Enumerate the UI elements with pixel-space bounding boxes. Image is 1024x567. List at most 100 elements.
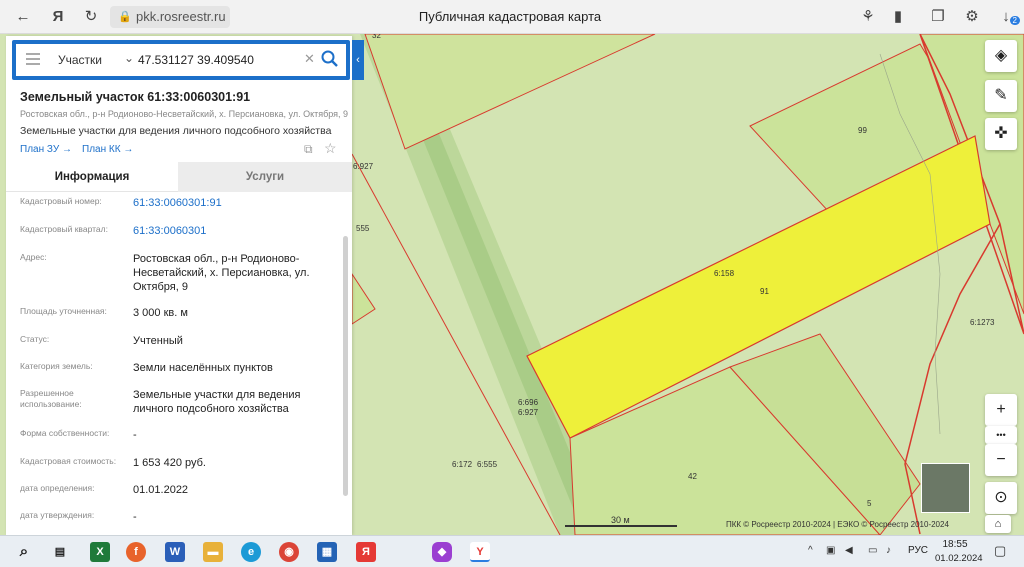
reload-icon[interactable]: ↻ (81, 7, 101, 27)
info-label: Кадастровая стоимость: (20, 456, 117, 466)
tab-services[interactable]: Услуги (178, 162, 352, 192)
info-value: - (133, 511, 137, 523)
info-label: Статус: (20, 334, 50, 344)
network-icon[interactable]: ▭ (868, 545, 877, 556)
info-value: Земли населённых пунктов (133, 362, 273, 374)
camera-icon[interactable]: ▣ (826, 545, 835, 556)
info-value: Учтенный (133, 335, 183, 347)
info-value: 1 653 420 руб. (133, 457, 206, 469)
plan-zu-link[interactable]: План ЗУ → (20, 144, 72, 155)
word-icon[interactable]: W (165, 542, 185, 562)
sound-icon[interactable]: ♪ (886, 545, 891, 556)
plan-kk-link[interactable]: План КК → (82, 144, 133, 155)
info-panel: Участки ⌄ ✕ Земельный участок 61:33:0060… (6, 36, 352, 535)
copy-icon[interactable]: ⧉ (304, 142, 313, 157)
search-input[interactable] (138, 50, 298, 70)
info-row: Адрес: Ростовская обл., р-н Родионово-Не… (6, 252, 342, 306)
info-label: Адрес: (20, 252, 47, 262)
parcel-address: Ростовская обл., р-н Родионово-Несветайс… (20, 109, 349, 119)
menu-icon[interactable] (26, 53, 40, 67)
locate-button[interactable]: ✜ (985, 118, 1017, 150)
map-label: 99 (858, 126, 867, 135)
extension-icon[interactable]: ⚙ (962, 7, 982, 27)
map-label: 91 (760, 287, 769, 296)
search-type-select[interactable]: Участки (58, 53, 102, 67)
house-marker-icon[interactable]: ⌂ (985, 515, 1011, 533)
map-label: 6:927 (353, 162, 374, 171)
language-indicator[interactable]: РУС (908, 545, 928, 556)
tabs: Информация Услуги (6, 162, 352, 192)
lock-icon: 🔒 (118, 11, 132, 23)
info-value[interactable]: 61:33:0060301:91 (133, 196, 338, 210)
map-label: 42 (688, 472, 697, 481)
clear-icon[interactable]: ✕ (304, 51, 315, 67)
info-label: дата определения: (20, 483, 95, 493)
ruler-button[interactable]: ✎ (985, 80, 1017, 112)
collapse-panel-button[interactable]: ‹ (352, 40, 364, 80)
layers-button[interactable]: ◈ (985, 40, 1017, 72)
more-button[interactable]: ••• (985, 426, 1017, 444)
info-label: дата утверждения: (20, 510, 95, 520)
notification-icon[interactable]: ▢ (994, 543, 1006, 559)
search-bar: Участки ⌄ ✕ (12, 40, 350, 80)
info-row: Форма собственности: - (6, 428, 342, 456)
parcel-use: Земельные участки для ведения личного по… (20, 125, 332, 137)
yandex-logo-icon[interactable]: Я (48, 7, 68, 27)
minimap-thumbnail[interactable] (921, 463, 970, 513)
clock-time[interactable]: 18:55 (935, 539, 975, 550)
info-value: 01.01.2022 (133, 484, 189, 496)
info-value: - (133, 429, 137, 441)
copyright-text: ПКК © Росреестр 2010-2024 | ЕЭКО © Росре… (726, 520, 949, 529)
panel-scrollbar[interactable] (343, 236, 348, 496)
browser-toolbar: ← Я ↻ 🔒 pkk.rosreestr.ru Публичная кадас… (0, 0, 1024, 34)
info-value: Земельные участки для ведения личного по… (133, 389, 301, 415)
info-row: Разрешенное использование: Земельные уча… (6, 388, 342, 428)
task-view-icon[interactable]: ▤ (50, 542, 70, 562)
info-label: Площадь уточненная: (20, 306, 107, 316)
parcel-title: Земельный участок 61:33:0060301:91 (20, 90, 251, 104)
info-label: Кадастровый номер: (20, 196, 102, 206)
volume-icon[interactable]: ◀ (845, 545, 853, 556)
address-bar[interactable]: 🔒 pkk.rosreestr.ru (110, 6, 230, 28)
excel-icon[interactable]: X (90, 542, 110, 562)
firefox-icon[interactable]: f (126, 542, 146, 562)
app-icon[interactable]: ◆ (432, 542, 452, 562)
info-row: Площадь уточненная: 3 000 кв. м (6, 306, 342, 334)
info-row: Кадастровый номер: 61:33:0060301:91 (6, 196, 342, 224)
bookmark-icon[interactable]: ▮ (888, 7, 908, 27)
back-icon[interactable]: ← (13, 7, 33, 27)
info-value: 3 000 кв. м (133, 307, 188, 319)
map-label: 6:1273 (970, 318, 995, 327)
map-label: 6:172 (452, 460, 473, 469)
page-title: Публичная кадастровая карта (418, 9, 602, 24)
yandex-browser-icon[interactable]: Y (470, 542, 490, 562)
url-text: pkk.rosreestr.ru (136, 9, 226, 24)
info-value[interactable]: 61:33:0060301 (133, 224, 338, 238)
store-icon[interactable]: ▦ (317, 542, 337, 562)
edge-icon[interactable]: e (241, 542, 261, 562)
chevron-up-icon[interactable]: ^ (808, 545, 813, 556)
chevron-down-icon[interactable]: ⌄ (124, 51, 134, 65)
info-row: Статус: Учтенный (6, 334, 342, 361)
info-value: Ростовская обл., р-н Родионово-Несветайс… (133, 253, 310, 293)
zoom-out-button[interactable]: − (985, 444, 1017, 476)
search-box: Участки ⌄ ✕ (16, 44, 346, 76)
zoom-in-button[interactable]: + (985, 394, 1017, 426)
folder-icon[interactable]: ▬ (203, 542, 223, 562)
search-icon[interactable]: ⌕ (14, 542, 34, 562)
collections-icon[interactable]: ❐ (928, 7, 948, 27)
chrome-icon[interactable]: ◉ (279, 542, 299, 562)
map-label: 6:927 (518, 408, 539, 417)
map-label: 32 (372, 34, 381, 40)
info-row: Кадастровая стоимость: 1 653 420 руб. (6, 456, 342, 483)
search-icon[interactable] (320, 49, 340, 69)
compass-button[interactable]: ⊙ (985, 482, 1017, 514)
yandex-app-icon[interactable]: Я (356, 542, 376, 562)
tab-information[interactable]: Информация (6, 162, 178, 192)
info-row: дата определения: 01.01.2022 (6, 483, 342, 510)
clock-date[interactable]: 01.02.2024 (935, 553, 983, 564)
map-label: 555 (356, 224, 370, 233)
protect-icon[interactable]: ⚘ (858, 7, 878, 27)
scale-label: 30 м (611, 515, 630, 525)
star-icon[interactable]: ☆ (324, 140, 337, 157)
